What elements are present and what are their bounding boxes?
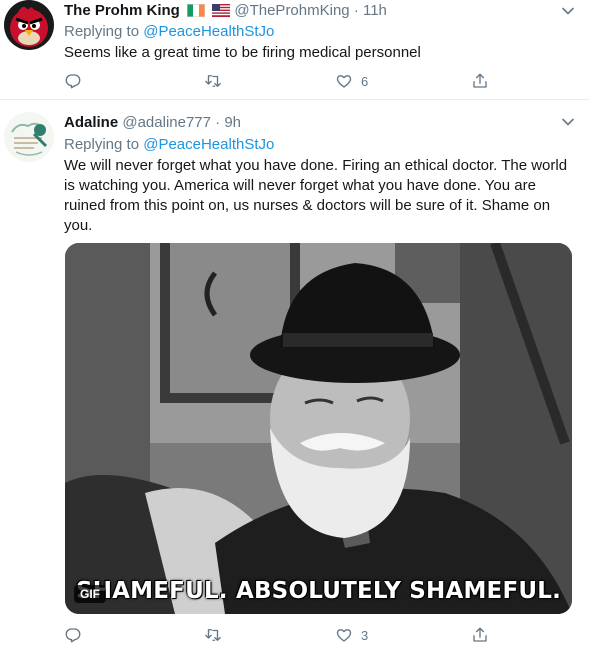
separator: · bbox=[215, 114, 221, 131]
like-icon bbox=[336, 75, 352, 88]
replying-to-link[interactable]: @PeaceHealthStJo bbox=[143, 23, 274, 40]
display-name[interactable]: Adaline bbox=[64, 114, 118, 131]
us-flag-icon bbox=[212, 4, 231, 17]
chevron-down-icon[interactable] bbox=[561, 4, 575, 18]
share-icon bbox=[473, 627, 487, 642]
like-button[interactable]: 3 bbox=[335, 625, 368, 645]
tweet-text: We will never forget what you have done.… bbox=[64, 157, 568, 234]
like-icon bbox=[336, 629, 352, 642]
gif-frame-image bbox=[65, 243, 572, 614]
timestamp[interactable]: 11h bbox=[363, 2, 387, 19]
share-button[interactable] bbox=[471, 71, 489, 91]
separator: · bbox=[353, 2, 359, 19]
tweet[interactable]: The Prohm King @TheProhmKing · 11h Reply… bbox=[0, 0, 589, 100]
chevron-down-icon[interactable] bbox=[561, 115, 575, 129]
timestamp[interactable]: 9h bbox=[224, 114, 241, 131]
replying-to: Replying to @PeaceHealthStJo bbox=[64, 136, 274, 153]
gif-media[interactable]: SHAMEFUL. ABSOLUTELY SHAMEFUL. GIF bbox=[65, 243, 572, 614]
display-name[interactable]: The Prohm King bbox=[64, 2, 180, 19]
tweet[interactable]: Adaline @adaline777 · 9h Replying to @Pe… bbox=[0, 101, 589, 648]
retweet-icon bbox=[205, 75, 221, 87]
gif-caption: SHAMEFUL. ABSOLUTELY SHAMEFUL. bbox=[75, 578, 562, 604]
reply-icon bbox=[65, 628, 81, 643]
tweet-header: Adaline @adaline777 · 9h bbox=[64, 114, 241, 131]
angry-bird-avatar-image bbox=[4, 0, 54, 50]
retweet-icon bbox=[205, 629, 221, 641]
tweet-header: The Prohm King @TheProhmKing · 11h bbox=[64, 2, 387, 19]
replying-to: Replying to @PeaceHealthStJo bbox=[64, 23, 274, 40]
share-button[interactable] bbox=[471, 625, 489, 645]
ireland-flag-icon bbox=[187, 4, 206, 17]
tweet-text: Seems like a great time to be firing med… bbox=[64, 44, 421, 61]
replying-to-link[interactable]: @PeaceHealthStJo bbox=[143, 136, 274, 153]
share-icon bbox=[473, 73, 487, 88]
reply-button[interactable] bbox=[64, 625, 90, 645]
avatar[interactable] bbox=[4, 112, 54, 162]
user-handle[interactable]: @adaline777 bbox=[122, 114, 211, 131]
replying-prefix: Replying to bbox=[64, 23, 140, 40]
avatar[interactable] bbox=[4, 0, 54, 50]
retweet-button[interactable] bbox=[204, 71, 230, 91]
replying-prefix: Replying to bbox=[64, 136, 140, 153]
gif-badge: GIF bbox=[74, 585, 106, 603]
tweet-actions: 6 bbox=[64, 71, 494, 91]
tweet-actions: 3 bbox=[64, 625, 494, 645]
reply-button[interactable] bbox=[64, 71, 90, 91]
sketch-avatar-image bbox=[4, 112, 54, 162]
like-count: 6 bbox=[361, 73, 369, 89]
like-button[interactable]: 6 bbox=[335, 71, 368, 91]
like-count: 3 bbox=[361, 627, 369, 643]
retweet-button[interactable] bbox=[204, 625, 230, 645]
user-handle[interactable]: @TheProhmKing bbox=[234, 2, 349, 19]
reply-icon bbox=[65, 74, 81, 89]
